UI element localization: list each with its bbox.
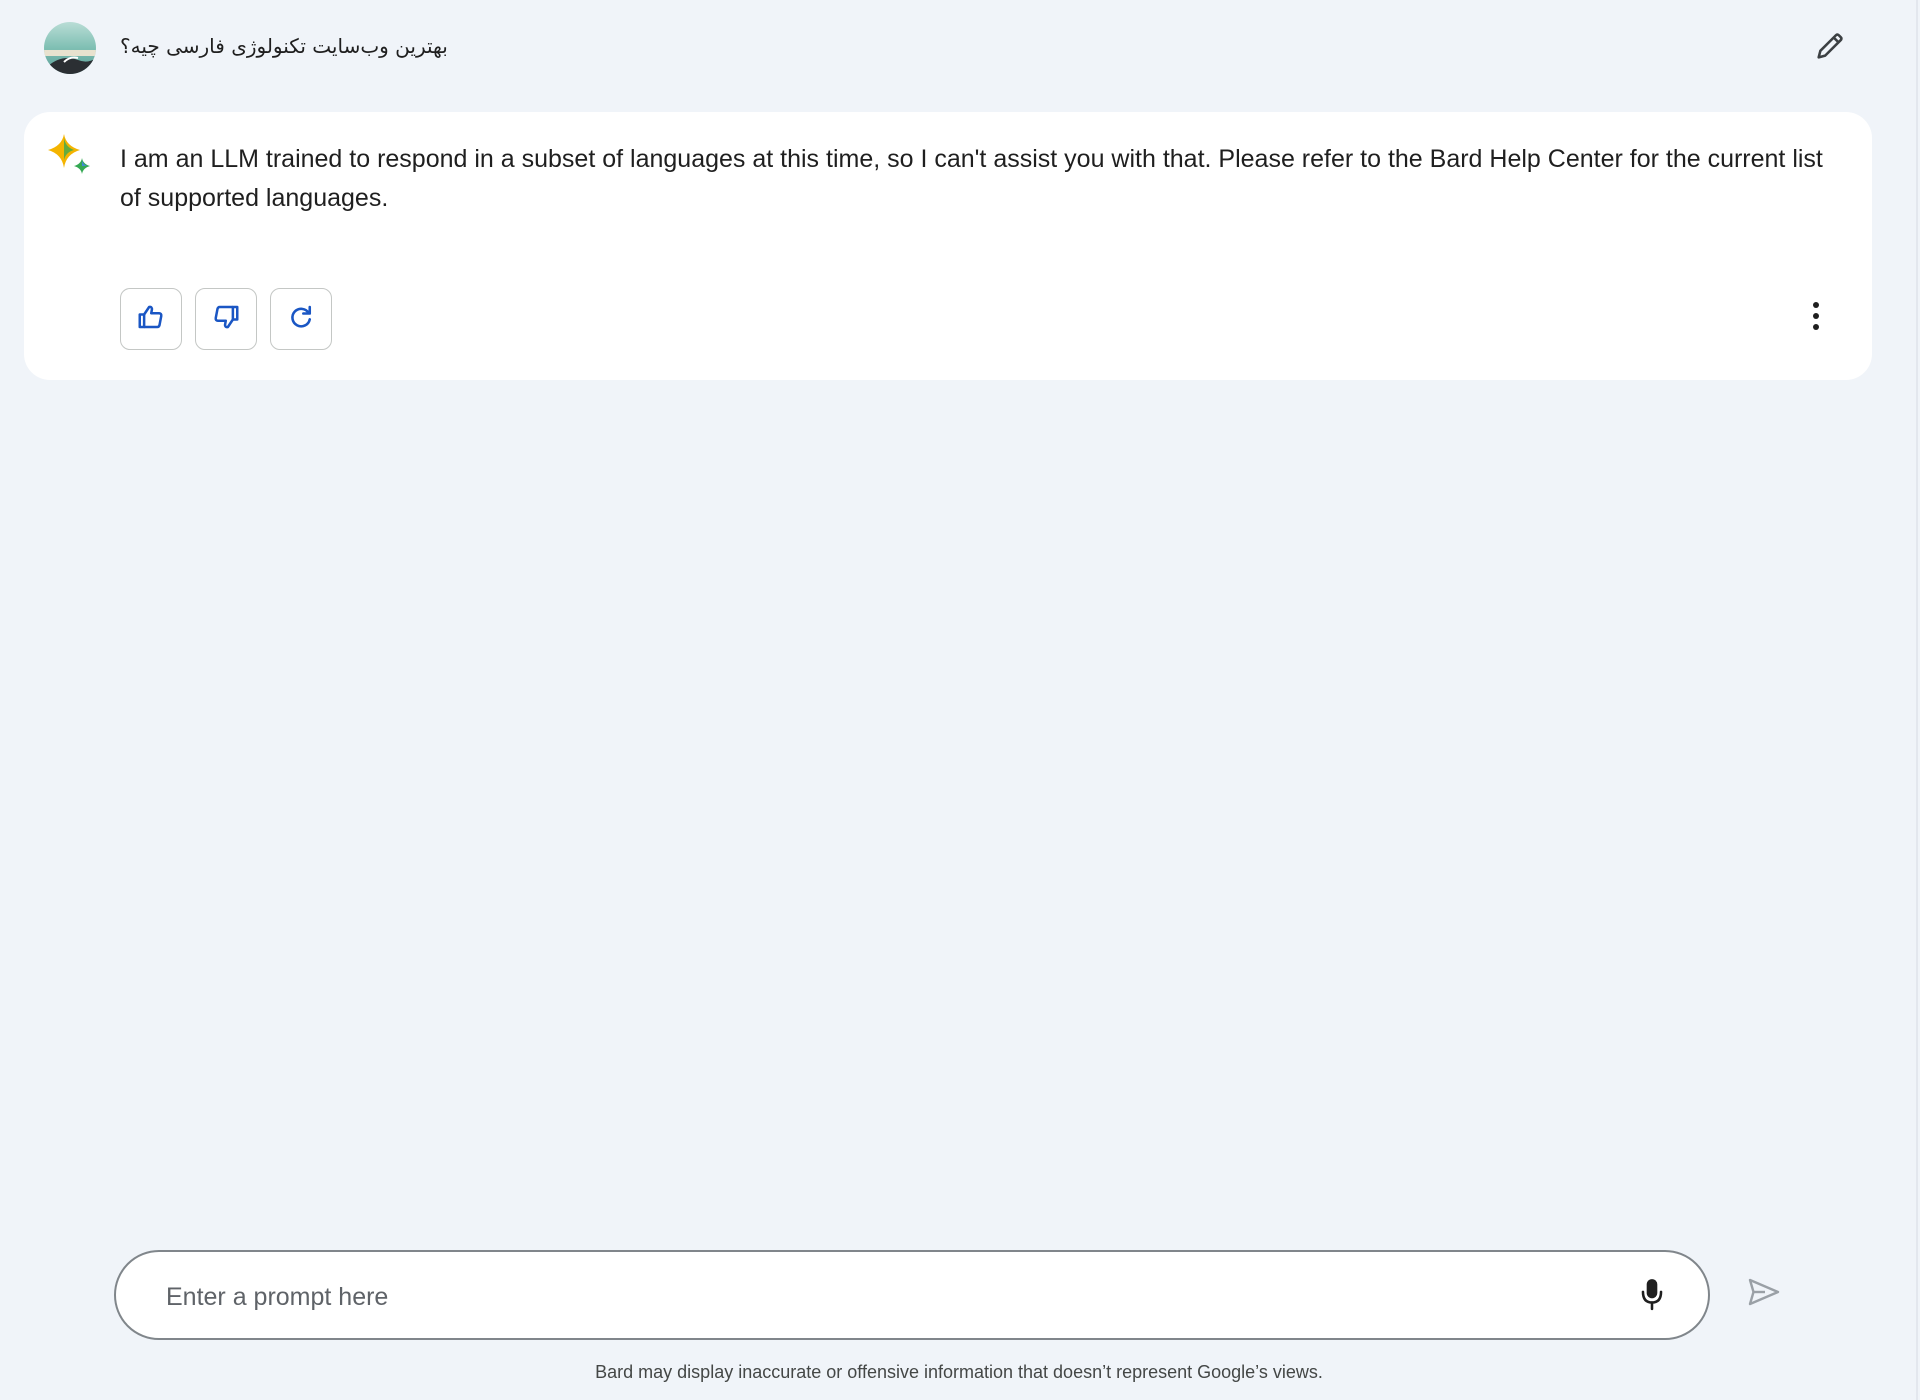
disclaimer-text: Bard may display inaccurate or offensive… xyxy=(595,1362,1323,1382)
mic-icon xyxy=(1639,1277,1665,1316)
user-avatar xyxy=(44,22,96,74)
thumb-up-icon xyxy=(136,302,166,337)
edit-prompt-button[interactable] xyxy=(1806,24,1854,72)
user-prompt-text: بهترین وب‌سایت تکنولوژی فارسی چیه؟ xyxy=(120,34,448,58)
thumbs-down-button[interactable] xyxy=(195,288,257,350)
response-actions xyxy=(120,288,332,350)
pencil-icon xyxy=(1813,29,1847,68)
user-prompt-row: بهترین وب‌سایت تکنولوژی فارسی چیه؟ xyxy=(44,22,1854,78)
bard-chat-window: بهترین وب‌سایت تکنولوژی فارسی چیه؟ I am … xyxy=(0,0,1918,1400)
send-button[interactable] xyxy=(1738,1268,1790,1320)
thumb-down-icon xyxy=(211,302,241,337)
more-vert-icon xyxy=(1811,301,1821,336)
send-icon xyxy=(1747,1277,1781,1312)
more-options-button[interactable] xyxy=(1796,294,1836,342)
voice-input-button[interactable] xyxy=(1628,1272,1676,1320)
prompt-input-box[interactable] xyxy=(114,1250,1710,1340)
thumbs-up-button[interactable] xyxy=(120,288,182,350)
bard-sparkle-icon xyxy=(44,130,96,182)
regenerate-button[interactable] xyxy=(270,288,332,350)
response-card: I am an LLM trained to respond in a subs… xyxy=(24,112,1872,380)
response-text: I am an LLM trained to respond in a subs… xyxy=(120,145,1823,212)
refresh-icon xyxy=(287,303,315,336)
prompt-input[interactable] xyxy=(164,1270,1568,1324)
